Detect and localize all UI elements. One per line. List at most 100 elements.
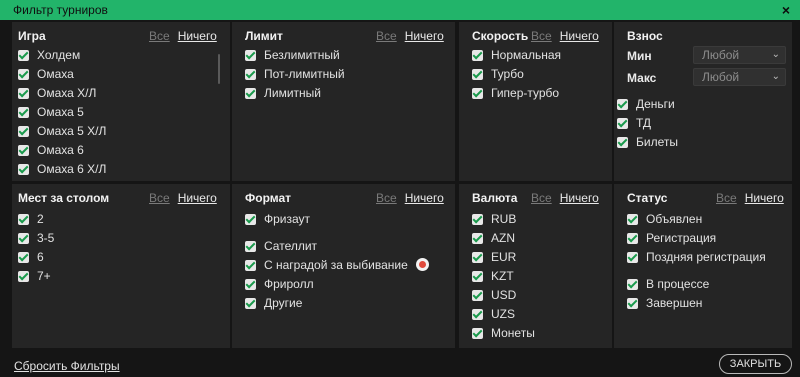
checkbox-checked-icon[interactable] <box>18 126 29 137</box>
select-none-link[interactable]: Ничего <box>178 29 217 43</box>
checkbox-item[interactable]: 3-5 <box>18 230 54 246</box>
checkbox-item[interactable]: Омаха 6 Х/Л <box>18 161 106 177</box>
checkbox-checked-icon[interactable] <box>18 252 29 263</box>
checkbox-checked-icon[interactable] <box>18 233 29 244</box>
select-all-link[interactable]: Все <box>149 191 170 205</box>
select-none-link[interactable]: Ничего <box>560 191 599 205</box>
close-icon[interactable]: × <box>778 0 794 20</box>
checkbox-checked-icon[interactable] <box>245 214 256 225</box>
checkbox-item[interactable]: Омаха 5 Х/Л <box>18 123 106 139</box>
checkbox-item[interactable]: Сателлит <box>245 238 317 254</box>
checkbox-checked-icon[interactable] <box>472 69 483 80</box>
checkbox-checked-icon[interactable] <box>245 298 256 309</box>
checkbox-checked-icon[interactable] <box>617 99 628 110</box>
checkbox-item[interactable]: RUB <box>472 211 516 227</box>
checkbox-checked-icon[interactable] <box>472 328 483 339</box>
checkbox-checked-icon[interactable] <box>18 271 29 282</box>
checkbox-checked-icon[interactable] <box>18 164 29 175</box>
min-buyin-select[interactable]: Любой ⌄ <box>693 46 786 64</box>
checkbox-checked-icon[interactable] <box>627 252 638 263</box>
checkbox-item[interactable]: ТД <box>617 115 651 131</box>
select-all-link[interactable]: Все <box>376 191 397 205</box>
checkbox-item[interactable]: UZS <box>472 306 515 322</box>
checkbox-item[interactable]: Пот-лимитный <box>245 66 345 82</box>
checkbox-item[interactable]: Объявлен <box>627 211 702 227</box>
checkbox-checked-icon[interactable] <box>472 233 483 244</box>
checkbox-checked-icon[interactable] <box>245 279 256 290</box>
checkbox-checked-icon[interactable] <box>617 118 628 129</box>
checkbox-item[interactable]: В процессе <box>627 276 709 292</box>
checkbox-item[interactable]: Завершен <box>627 295 702 311</box>
checkbox-checked-icon[interactable] <box>245 241 256 252</box>
select-none-link[interactable]: Ничего <box>745 191 784 205</box>
checkbox-item[interactable]: Омаха <box>18 66 74 82</box>
checkbox-item[interactable]: Поздняя регистрация <box>627 249 766 265</box>
checkbox-item[interactable]: Лимитный <box>245 85 321 101</box>
checkbox-checked-icon[interactable] <box>18 214 29 225</box>
checkbox-checked-icon[interactable] <box>245 69 256 80</box>
checkbox-item[interactable]: Омаха 5 <box>18 104 84 120</box>
checkbox-item[interactable]: EUR <box>472 249 516 265</box>
checkbox-item[interactable]: Монеты <box>472 325 535 341</box>
checkbox-checked-icon[interactable] <box>472 50 483 61</box>
checkbox-item[interactable]: Нормальная <box>472 47 561 63</box>
checkbox-item[interactable]: Омаха 6 <box>18 142 84 158</box>
checkbox-item[interactable]: Фризаут <box>245 211 310 227</box>
checkbox-item[interactable]: AZN <box>472 230 515 246</box>
checkbox-checked-icon[interactable] <box>617 137 628 148</box>
checkbox-item[interactable]: С наградой за выбивание <box>245 257 429 273</box>
checkbox-checked-icon[interactable] <box>472 271 483 282</box>
checkbox-item[interactable]: Фриролл <box>245 276 314 292</box>
close-button[interactable]: ЗАКРЫТЬ <box>719 354 792 374</box>
checkbox-label: Омаха Х/Л <box>37 86 97 100</box>
checkbox-checked-icon[interactable] <box>18 88 29 99</box>
panel-title-format: Формат <box>245 191 292 205</box>
checkbox-item[interactable]: Турбо <box>472 66 524 82</box>
checkbox-label: Другие <box>264 296 303 310</box>
checkbox-item[interactable]: Безлимитный <box>245 47 340 63</box>
checkbox-checked-icon[interactable] <box>18 50 29 61</box>
checkbox-item[interactable]: Холдем <box>18 47 80 63</box>
max-buyin-select[interactable]: Любой ⌄ <box>693 68 786 86</box>
checkbox-item[interactable]: Регистрация <box>627 230 716 246</box>
checkbox-item[interactable]: Билеты <box>617 134 678 150</box>
checkbox-item[interactable]: Омаха Х/Л <box>18 85 96 101</box>
checkbox-checked-icon[interactable] <box>472 290 483 301</box>
select-none-link[interactable]: Ничего <box>405 29 444 43</box>
checkbox-checked-icon[interactable] <box>627 233 638 244</box>
checkbox-checked-icon[interactable] <box>472 252 483 263</box>
checkbox-checked-icon[interactable] <box>472 214 483 225</box>
checkbox-checked-icon[interactable] <box>627 279 638 290</box>
checkbox-label: Безлимитный <box>264 48 340 62</box>
select-none-link[interactable]: Ничего <box>405 191 444 205</box>
checkbox-item[interactable]: 2 <box>18 211 44 227</box>
reset-filters-link[interactable]: Сбросить Фильтры <box>14 359 120 373</box>
checkbox-checked-icon[interactable] <box>18 69 29 80</box>
select-all-link[interactable]: Все <box>531 29 552 43</box>
select-all-link[interactable]: Все <box>716 191 737 205</box>
checkbox-item[interactable]: Деньги <box>617 96 675 112</box>
checkbox-checked-icon[interactable] <box>245 50 256 61</box>
checkbox-item[interactable]: USD <box>472 287 516 303</box>
checkbox-checked-icon[interactable] <box>627 298 638 309</box>
checkbox-item[interactable]: 7+ <box>18 268 51 284</box>
select-none-link[interactable]: Ничего <box>560 29 599 43</box>
checkbox-checked-icon[interactable] <box>18 107 29 118</box>
panel-title-limit: Лимит <box>245 29 283 43</box>
checkbox-checked-icon[interactable] <box>472 88 483 99</box>
checkbox-label: Пот-лимитный <box>264 67 345 81</box>
checkbox-item[interactable]: Другие <box>245 295 302 311</box>
select-all-link[interactable]: Все <box>531 191 552 205</box>
checkbox-item[interactable]: 6 <box>18 249 44 265</box>
checkbox-checked-icon[interactable] <box>245 260 256 271</box>
select-all-link[interactable]: Все <box>149 29 170 43</box>
select-none-link[interactable]: Ничего <box>178 191 217 205</box>
scrollbar[interactable] <box>218 54 220 84</box>
checkbox-checked-icon[interactable] <box>472 309 483 320</box>
checkbox-checked-icon[interactable] <box>18 145 29 156</box>
select-all-link[interactable]: Все <box>376 29 397 43</box>
checkbox-item[interactable]: Гипер-турбо <box>472 85 559 101</box>
checkbox-checked-icon[interactable] <box>245 88 256 99</box>
checkbox-item[interactable]: KZT <box>472 268 514 284</box>
checkbox-checked-icon[interactable] <box>627 214 638 225</box>
